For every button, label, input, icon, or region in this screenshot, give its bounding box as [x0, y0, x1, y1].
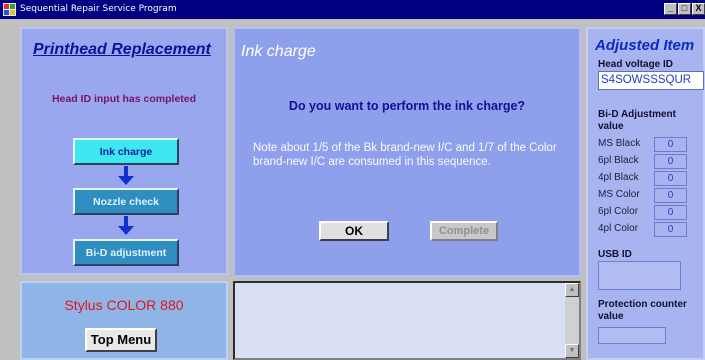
arrow-down-icon	[118, 166, 134, 185]
bid-row-value[interactable]: 0	[654, 154, 687, 169]
usb-id-field[interactable]	[598, 261, 681, 290]
confirm-question: Do you want to perform the ink charge?	[288, 99, 526, 113]
window-controls: _ □ X	[664, 3, 705, 16]
step-nozzle-check[interactable]: Nozzle check	[73, 188, 179, 215]
bid-row-label: MS Black	[598, 138, 641, 149]
bid-row-4pl-color: 4pl Color 0	[598, 222, 694, 238]
maximize-button[interactable]: □	[678, 3, 691, 15]
panel-title: Ink charge	[241, 43, 316, 60]
protection-counter-label: Protection counter value	[598, 299, 687, 322]
scroll-up-icon[interactable]: ▲	[565, 283, 579, 297]
step-ink-charge[interactable]: Ink charge	[73, 138, 179, 165]
arrow-down-icon	[118, 216, 134, 235]
bid-row-value[interactable]: 0	[654, 205, 687, 220]
bid-row-ms-color: MS Color 0	[598, 188, 694, 204]
bid-row-label: 4pl Black	[598, 172, 639, 183]
head-voltage-label: Head voltage ID	[598, 59, 674, 70]
model-name: Stylus COLOR 880	[64, 297, 184, 313]
head-voltage-field[interactable]: S4SOWSSSQUR	[598, 71, 704, 90]
close-button[interactable]: X	[692, 3, 705, 15]
bid-row-label: MS Color	[598, 189, 640, 200]
procedure-panel: Printhead Replacement Head ID input has …	[20, 27, 228, 275]
bid-adjustment-label: Bi-D Adjustment value	[598, 109, 676, 132]
bid-row-label: 4pl Color	[598, 223, 639, 234]
scroll-down-icon[interactable]: ▼	[565, 344, 579, 358]
bid-row-value[interactable]: 0	[654, 222, 687, 237]
bid-row-label: 6pl Color	[598, 206, 639, 217]
ink-charge-panel: Ink charge Do you want to perform the in…	[233, 27, 581, 277]
bid-row-value[interactable]: 0	[654, 171, 687, 186]
bid-row-6pl-color: 6pl Color 0	[598, 205, 694, 221]
status-message: Head ID input has completed	[51, 93, 197, 105]
bid-row-value[interactable]: 0	[654, 188, 687, 203]
vertical-scrollbar[interactable]: ▲ ▼	[565, 283, 579, 358]
bid-row-4pl-black: 4pl Black 0	[598, 171, 694, 187]
procedure-title: Printhead Replacement	[33, 41, 211, 58]
usb-id-label: USB ID	[598, 249, 632, 260]
bid-row-label: 6pl Black	[598, 155, 639, 166]
top-menu-button[interactable]: Top Menu	[85, 328, 157, 352]
log-textarea[interactable]: ▲ ▼	[233, 281, 581, 360]
adjusted-items-panel: Adjusted Item Head voltage ID S4SOWSSSQU…	[586, 27, 705, 360]
window-title: Sequential Repair Service Program	[20, 4, 177, 14]
app-icon	[3, 3, 16, 16]
adjusted-items-title: Adjusted Item	[595, 37, 695, 54]
bid-row-value[interactable]: 0	[654, 137, 687, 152]
step-bid-adjustment[interactable]: Bi-D adjustment	[73, 239, 179, 266]
protection-counter-field[interactable]	[598, 327, 666, 344]
title-bar: Sequential Repair Service Program _ □ X	[0, 0, 705, 19]
bid-row-6pl-black: 6pl Black 0	[598, 154, 694, 170]
minimize-button[interactable]: _	[664, 3, 677, 15]
bid-row-ms-black: MS Black 0	[598, 137, 694, 153]
complete-button[interactable]: Complete	[430, 221, 498, 241]
ok-button[interactable]: OK	[319, 221, 389, 241]
model-panel: Stylus COLOR 880 Top Menu	[20, 281, 228, 360]
consumption-note: Note about 1/5 of the Bk brand-new I/C a…	[253, 142, 557, 168]
